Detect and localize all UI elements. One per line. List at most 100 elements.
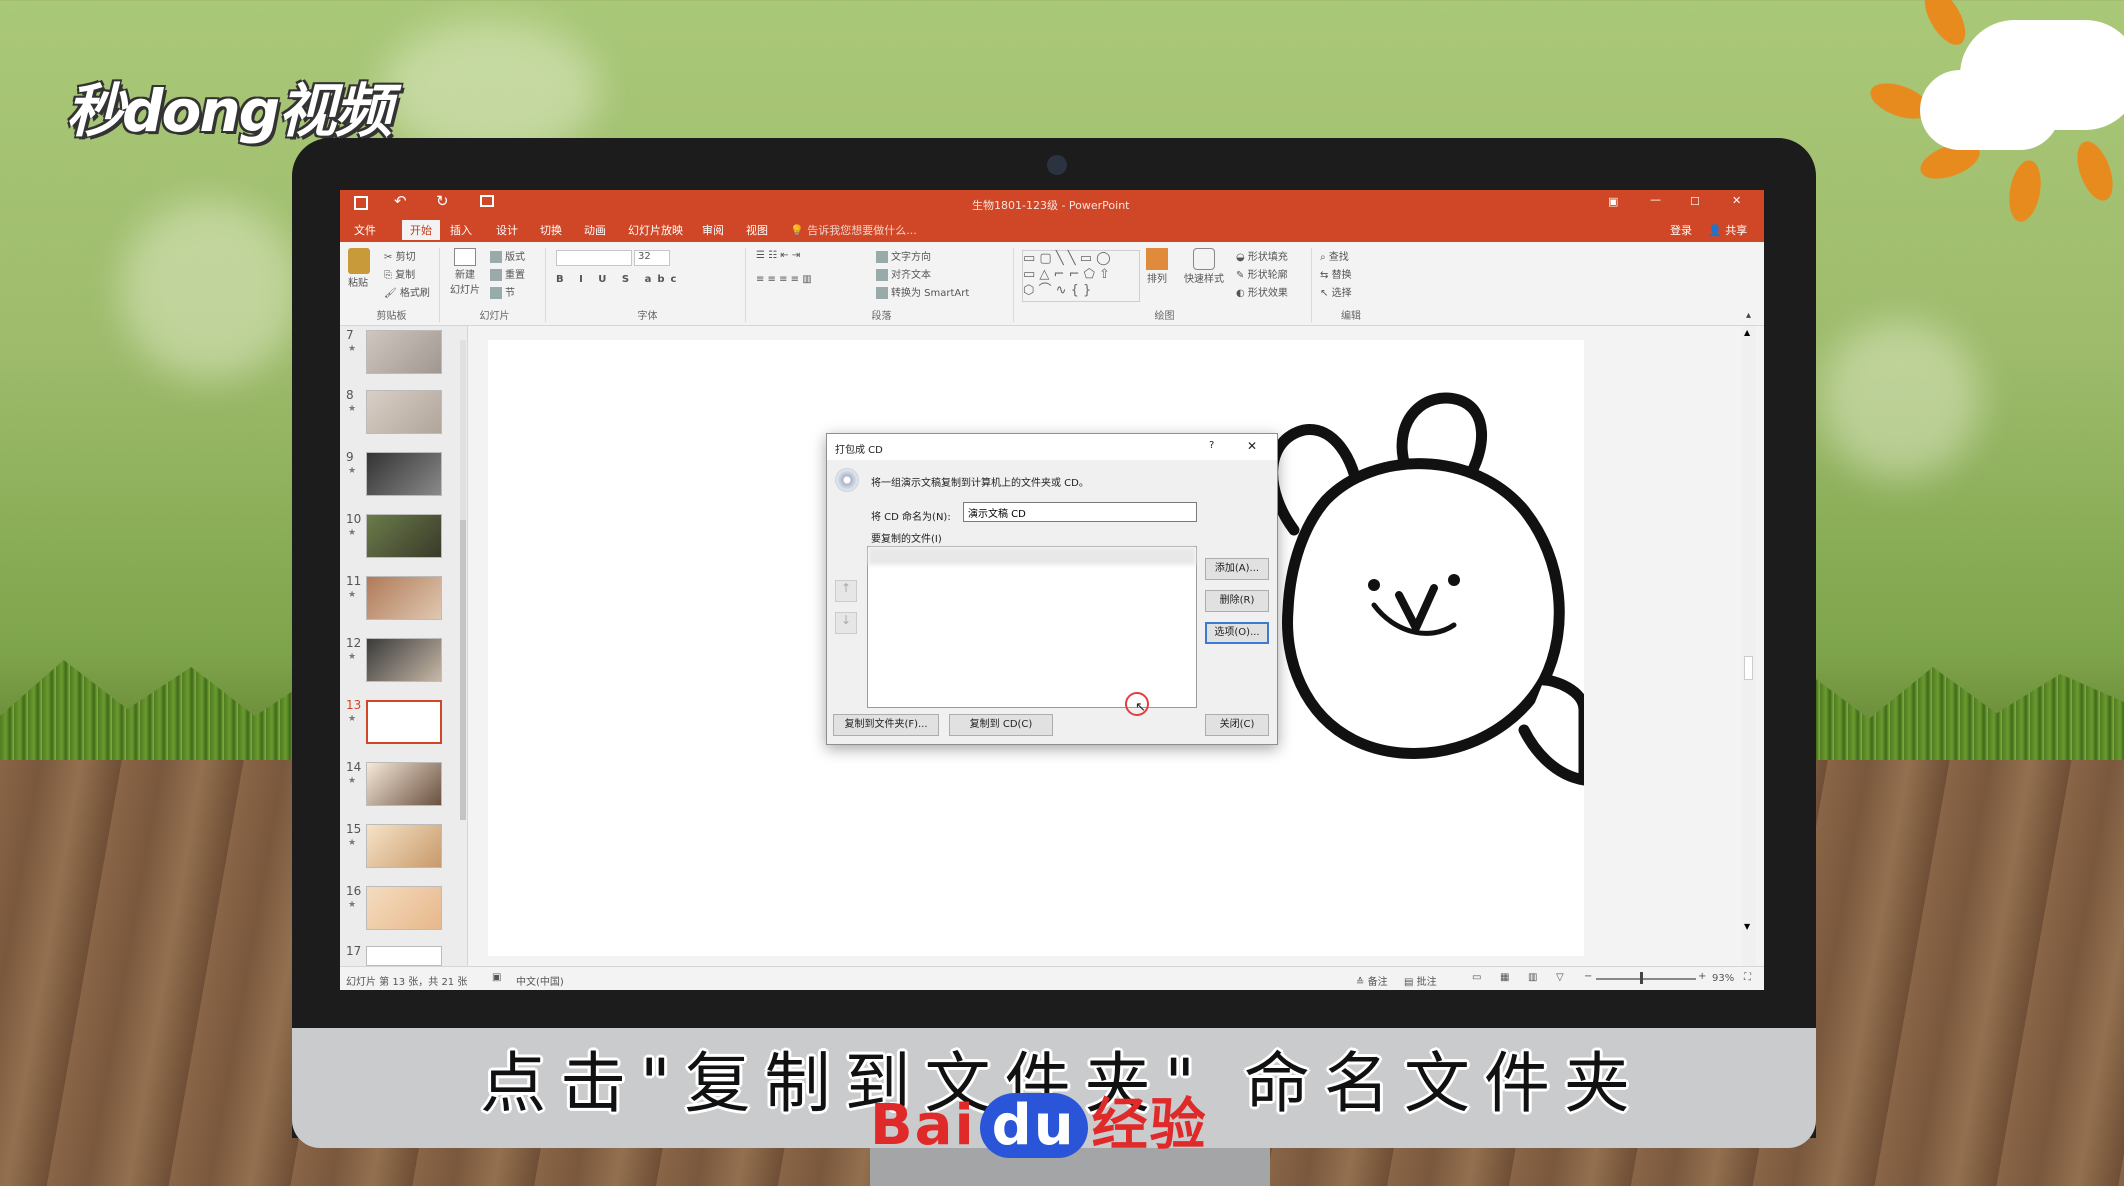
ribbon-display-icon[interactable]: ▣ (1608, 195, 1618, 208)
scroll-down-icon[interactable]: ▼ (1744, 922, 1750, 931)
copy-icon: ⎘ (384, 270, 392, 281)
dialog-close-button[interactable]: 关闭(C) (1205, 714, 1269, 736)
slide-thumbnail[interactable] (366, 886, 442, 930)
tab-home[interactable]: 开始 (402, 220, 440, 240)
shape-outline-button[interactable]: ✎ 形状轮廓 (1236, 266, 1288, 281)
slide-thumbnail[interactable] (366, 390, 442, 434)
slide-thumbnail[interactable] (366, 824, 442, 868)
move-up-icon[interactable]: ↑ (835, 580, 857, 602)
paste-button[interactable]: 粘贴 (348, 248, 370, 289)
slide-number: 9 (346, 450, 354, 464)
copy-to-folder-button[interactable]: 复制到文件夹(F)... (833, 714, 939, 736)
copy-button[interactable]: ⎘ 复制 (384, 266, 415, 281)
new-slide-button[interactable]: 新建 幻灯片 (450, 248, 480, 296)
align-text-button[interactable]: 对齐文本 (876, 266, 931, 281)
tab-insert[interactable]: 插入 (450, 222, 472, 238)
slide-thumbnail[interactable] (366, 330, 442, 374)
slide-thumbnail[interactable] (366, 452, 442, 496)
slide-thumbnail[interactable] (366, 514, 442, 558)
scroll-up-icon[interactable]: ▲ (1744, 328, 1750, 337)
files-list[interactable] (867, 546, 1197, 708)
slide-thumbnail[interactable] (366, 576, 442, 620)
format-painter-button[interactable]: 🖌 格式刷 (384, 284, 430, 299)
save-icon[interactable] (354, 196, 368, 210)
font-format-buttons[interactable]: B I U S abc (556, 274, 682, 285)
tab-view[interactable]: 视图 (746, 222, 768, 238)
minimize-icon[interactable]: — (1650, 193, 1661, 206)
normal-view-icon[interactable]: ▭ (1472, 972, 1481, 983)
tab-review[interactable]: 审阅 (702, 222, 724, 238)
language-indicator[interactable]: 中文(中国) (516, 973, 564, 988)
signin-link[interactable]: 登录 (1670, 222, 1692, 238)
slide-thumbnail[interactable] (366, 762, 442, 806)
arrange-button[interactable]: 排列 (1146, 248, 1168, 285)
share-button[interactable]: 👤 共享 (1708, 222, 1747, 238)
section-button[interactable]: 节 (490, 284, 515, 299)
thumbnail-scrollbar-thumb[interactable] (460, 520, 466, 820)
star-icon: ★ (348, 900, 357, 910)
tab-slideshow[interactable]: 幻灯片放映 (628, 222, 683, 238)
cut-button[interactable]: ✂ 剪切 (384, 248, 416, 263)
align-icons[interactable]: ≡ ≡ ≡ ≡ ▥ (756, 274, 812, 285)
comments-button[interactable]: ▤ 批注 (1404, 973, 1437, 988)
star-icon: ★ (348, 404, 357, 414)
layout-button[interactable]: 版式 (490, 248, 525, 263)
fit-slide-icon[interactable]: ⛶ (1744, 972, 1751, 983)
zoom-level[interactable]: 93% (1712, 973, 1734, 984)
select-button[interactable]: ↖ 选择 (1320, 284, 1352, 299)
group-paragraph: ☰ ☷ ⇤ ⇥ ≡ ≡ ≡ ≡ ▥ 文字方向 对齐文本 转换为 SmartArt… (750, 248, 1014, 322)
tab-design[interactable]: 设计 (496, 222, 518, 238)
redo-icon[interactable]: ↻ (436, 192, 449, 210)
font-size-box[interactable]: 32 (634, 250, 670, 266)
tab-file[interactable]: 文件 (354, 222, 376, 238)
collapse-ribbon-icon[interactable]: ▴ (1746, 310, 1751, 321)
quick-styles-icon (1193, 248, 1215, 270)
text-direction-button[interactable]: 文字方向 (876, 248, 931, 263)
maximize-icon[interactable]: ☐ (1690, 195, 1700, 208)
find-button[interactable]: ⌕ 查找 (1320, 248, 1349, 263)
move-down-icon[interactable]: ↓ (835, 612, 857, 634)
slide-scrollbar[interactable]: ▲ ▼ (1742, 326, 1756, 966)
background-bokeh (1820, 320, 1980, 480)
font-name-box[interactable] (556, 250, 632, 266)
slide-sorter-icon[interactable]: ▦ (1500, 972, 1509, 983)
tab-animations[interactable]: 动画 (584, 222, 606, 238)
slide-thumbnails-panel: 7 ★ 8 ★ 9 ★ 10 ★ 11 ★ 12 ★ 13 ★ 14 ★ 15 ★ 16 ★ 17 (340, 326, 468, 966)
smartart-button[interactable]: 转换为 SmartArt (876, 284, 969, 299)
tell-me-box[interactable]: 💡 告诉我您想要做什么... (790, 222, 917, 238)
shape-fill-button[interactable]: ◒ 形状填充 (1236, 248, 1288, 263)
quick-styles-button[interactable]: 快速样式 (1184, 248, 1224, 285)
options-button[interactable]: 选项(O)... (1205, 622, 1269, 644)
shape-effects-button[interactable]: ◐ 形状效果 (1236, 284, 1288, 299)
present-icon[interactable] (480, 195, 494, 207)
zoom-slider-thumb[interactable] (1640, 972, 1643, 984)
spellcheck-icon[interactable]: ▣ (492, 972, 501, 983)
file-list-row[interactable] (868, 547, 1196, 565)
zoom-in-icon[interactable]: + (1698, 971, 1706, 982)
new-slide-icon (454, 248, 476, 266)
undo-icon[interactable]: ↶ (394, 192, 407, 210)
help-icon[interactable]: ? (1209, 440, 1214, 451)
replace-button[interactable]: ⇆ 替换 (1320, 266, 1352, 281)
copy-to-cd-button[interactable]: 复制到 CD(C) (949, 714, 1053, 736)
close-icon[interactable]: ✕ (1732, 194, 1741, 207)
tab-transitions[interactable]: 切换 (540, 222, 562, 238)
slideshow-icon[interactable]: ▽ (1556, 972, 1564, 983)
slide-thumbnail[interactable] (366, 638, 442, 682)
notes-button[interactable]: ≙ 备注 (1356, 973, 1388, 988)
person-icon: 👤 (1708, 224, 1722, 237)
shapes-gallery[interactable]: ▭ ▢ ╲ ╲ ▭ ◯ ▭ △ ⌐ ⌐ ⬠ ⇧ ⬡ ⌒ ∿ { } (1022, 250, 1140, 302)
slide-thumbnail-selected[interactable] (366, 700, 442, 744)
reset-button[interactable]: 重置 (490, 266, 525, 281)
bullets-icon[interactable]: ☰ ☷ ⇤ ⇥ (756, 250, 800, 261)
add-button[interactable]: 添加(A)... (1205, 558, 1269, 580)
cd-name-input[interactable] (963, 502, 1197, 522)
zoom-slider[interactable] (1596, 978, 1696, 980)
dialog-close-icon[interactable]: ✕ (1247, 439, 1257, 453)
slide-counter: 幻灯片 第 13 张，共 21 张 (346, 977, 468, 988)
reading-view-icon[interactable]: ▥ (1528, 972, 1537, 983)
scroll-thumb[interactable] (1744, 656, 1753, 680)
slide-thumbnail[interactable] (366, 946, 442, 966)
remove-button[interactable]: 删除(R) (1205, 590, 1269, 612)
zoom-out-icon[interactable]: − (1584, 971, 1592, 982)
